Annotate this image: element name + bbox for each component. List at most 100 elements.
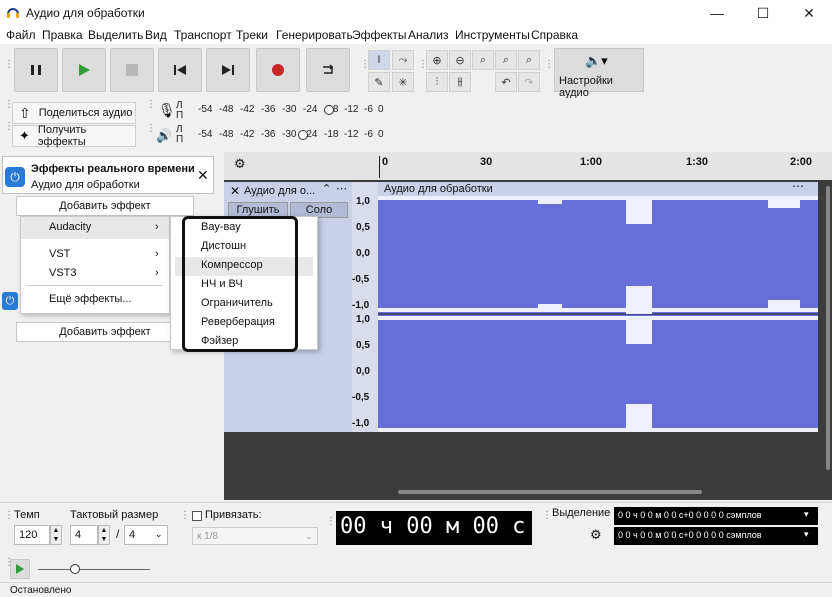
share-audio-button[interactable]: ⇧ Поделиться аудио: [12, 102, 136, 124]
zoom-toggle-button[interactable]: ⌕: [518, 50, 540, 70]
toolbar-grip[interactable]: ⋮: [326, 517, 336, 535]
tempo-input[interactable]: 120: [14, 525, 50, 545]
toolbar-grip[interactable]: ⋮: [542, 511, 552, 529]
toolbar-grip[interactable]: ⋮: [544, 60, 554, 78]
record-meter[interactable]: -54 -48 -42 -36 -30 -24 -18 -12 -6 0: [186, 102, 384, 120]
audio-settings-button[interactable]: 🔈▾ Настройки аудио: [554, 48, 644, 99]
multi-tool[interactable]: ✳: [392, 72, 414, 92]
timesig-stepper[interactable]: ▲ ▼: [98, 525, 110, 545]
silence-button[interactable]: ⫵: [449, 72, 471, 92]
collapse-icon[interactable]: ⌃: [322, 182, 331, 195]
menu-tools[interactable]: Инструменты: [455, 28, 530, 42]
envelope-tool[interactable]: ⤳: [392, 50, 414, 70]
chevron-down-icon: ⌄: [155, 529, 163, 539]
zoom-in-button[interactable]: ⊕: [426, 50, 448, 70]
timesig-numerator[interactable]: 4: [70, 525, 98, 545]
minimize-button[interactable]: —: [694, 0, 740, 26]
track-name[interactable]: Аудио для о...: [244, 185, 315, 197]
play-at-speed-button[interactable]: [10, 559, 30, 579]
toolbar-grip[interactable]: ⋮: [418, 60, 428, 78]
menu-select[interactable]: Выделить: [88, 28, 143, 42]
redo-icon: ↷: [524, 76, 534, 89]
speed-slider-track[interactable]: [38, 569, 150, 570]
record-level-slider[interactable]: [324, 105, 334, 115]
get-effects-button[interactable]: ✦ Получить эффекты: [12, 124, 136, 148]
select-tool[interactable]: I: [368, 50, 390, 70]
power-icon[interactable]: ⏻: [2, 292, 18, 310]
toolbar-grip[interactable]: ⋮: [4, 558, 14, 576]
timeline-ruler[interactable]: ⚙ 0 30 1:00 1:30 2:00: [224, 152, 832, 180]
menu-tracks[interactable]: Треки: [236, 28, 268, 42]
menu-item-vst3[interactable]: VST3: [49, 267, 77, 279]
pause-button[interactable]: [14, 48, 58, 92]
menu-file[interactable]: Файл: [6, 28, 36, 42]
record-button[interactable]: [256, 48, 300, 92]
zoom-in-icon: ⊕: [432, 54, 442, 67]
fit-selection-button[interactable]: ⌕: [472, 50, 494, 70]
toolbar-grip[interactable]: ⋮: [4, 60, 14, 78]
horizontal-scrollbar[interactable]: [398, 490, 702, 494]
menu-analyze[interactable]: Анализ: [408, 28, 449, 42]
tempo-label: Темп: [14, 509, 40, 521]
menu-help[interactable]: Справка: [531, 28, 578, 42]
draw-tool[interactable]: ✎: [368, 72, 390, 92]
add-effect-button[interactable]: Добавить эффект: [16, 196, 194, 216]
microphone-icon: 🎙: [158, 102, 176, 118]
gear-icon[interactable]: ⚙: [590, 527, 602, 543]
menu-item-audacity[interactable]: [21, 217, 169, 239]
toolbar-grip[interactable]: ⋮: [4, 511, 14, 529]
selection-end-field[interactable]: 0 0 ч 0 0 м 0 0 с+0 0 0 0 0 сэмплов ▾: [614, 527, 818, 545]
menu-item-vst[interactable]: VST: [49, 248, 70, 260]
loop-icon: [323, 64, 334, 74]
waveform-clip[interactable]: Аудио для обработки ⋯: [378, 179, 818, 432]
toolbar-grip[interactable]: ⋮: [4, 100, 14, 118]
zoom-out-button[interactable]: ⊖: [449, 50, 471, 70]
close-track-icon[interactable]: ✕: [230, 184, 240, 198]
skip-to-start-button[interactable]: [158, 48, 202, 92]
playback-meter[interactable]: -54 -48 -42 -36 -30 -24 -18 -12 -6 0: [186, 127, 384, 145]
stop-button[interactable]: [110, 48, 154, 92]
scale-label: -1,0: [352, 418, 370, 429]
maximize-button[interactable]: ☐: [740, 0, 786, 26]
gear-icon[interactable]: ⚙: [234, 156, 246, 172]
timesig-denominator[interactable]: 4 ⌄: [124, 525, 168, 545]
menu-item-more-effects[interactable]: Ещё эффекты...: [49, 293, 131, 305]
menu-transport[interactable]: Транспорт: [174, 28, 232, 42]
add-effect-button-2[interactable]: Добавить эффект: [16, 322, 194, 342]
toolbar-grip[interactable]: ⋮: [360, 60, 370, 78]
selection-start-field[interactable]: 0 0 ч 0 0 м 0 0 с+0 0 0 0 0 сэмплов ▾: [614, 507, 818, 525]
close-icon[interactable]: ✕: [197, 167, 209, 184]
power-icon[interactable]: ⏻: [5, 167, 25, 187]
close-button[interactable]: ✕: [786, 0, 832, 26]
undo-button[interactable]: ↶: [495, 72, 517, 92]
amplitude-scale[interactable]: 1,0 0,5 0,0 -0,5 -1,0 1,0 0,5 0,0 -0,5 -…: [352, 182, 378, 432]
clip-header[interactable]: Аудио для обработки ⋯: [378, 179, 818, 196]
trim-button[interactable]: ⫶: [426, 72, 448, 92]
skip-end-icon: [222, 65, 234, 75]
chevron-down-icon: ▾: [804, 509, 809, 519]
snap-checkbox[interactable]: [192, 511, 202, 521]
loop-button[interactable]: [306, 48, 350, 92]
vertical-scrollbar[interactable]: [826, 186, 830, 470]
scale-label: -1,0: [352, 300, 370, 311]
scale-label: 1,0: [356, 196, 370, 207]
redo-button[interactable]: ↷: [518, 72, 540, 92]
snap-select[interactable]: к 1/8 ⌄: [192, 527, 318, 545]
more-icon[interactable]: ⋯: [336, 182, 347, 195]
tempo-stepper[interactable]: ▲ ▼: [50, 525, 62, 545]
toolbar-grip[interactable]: ⋮: [146, 100, 156, 118]
time-display[interactable]: 00 ч 00 м 00 с: [336, 511, 532, 545]
more-icon[interactable]: ⋯: [792, 179, 804, 193]
menu-generate[interactable]: Генерировать: [276, 28, 353, 42]
menu-edit[interactable]: Правка: [42, 28, 83, 42]
fit-project-button[interactable]: ⌕: [495, 50, 517, 70]
speed-slider-thumb[interactable]: [70, 564, 80, 574]
toolbar-grip[interactable]: ⋮: [4, 122, 14, 140]
play-button[interactable]: [62, 48, 106, 92]
skip-to-end-button[interactable]: [206, 48, 250, 92]
toolbar-grip[interactable]: ⋮: [146, 124, 156, 142]
playback-level-slider[interactable]: [298, 130, 308, 140]
menu-view[interactable]: Вид: [145, 28, 167, 42]
menu-effects[interactable]: Эффекты: [352, 28, 407, 42]
toolbar-grip[interactable]: ⋮: [180, 511, 190, 529]
